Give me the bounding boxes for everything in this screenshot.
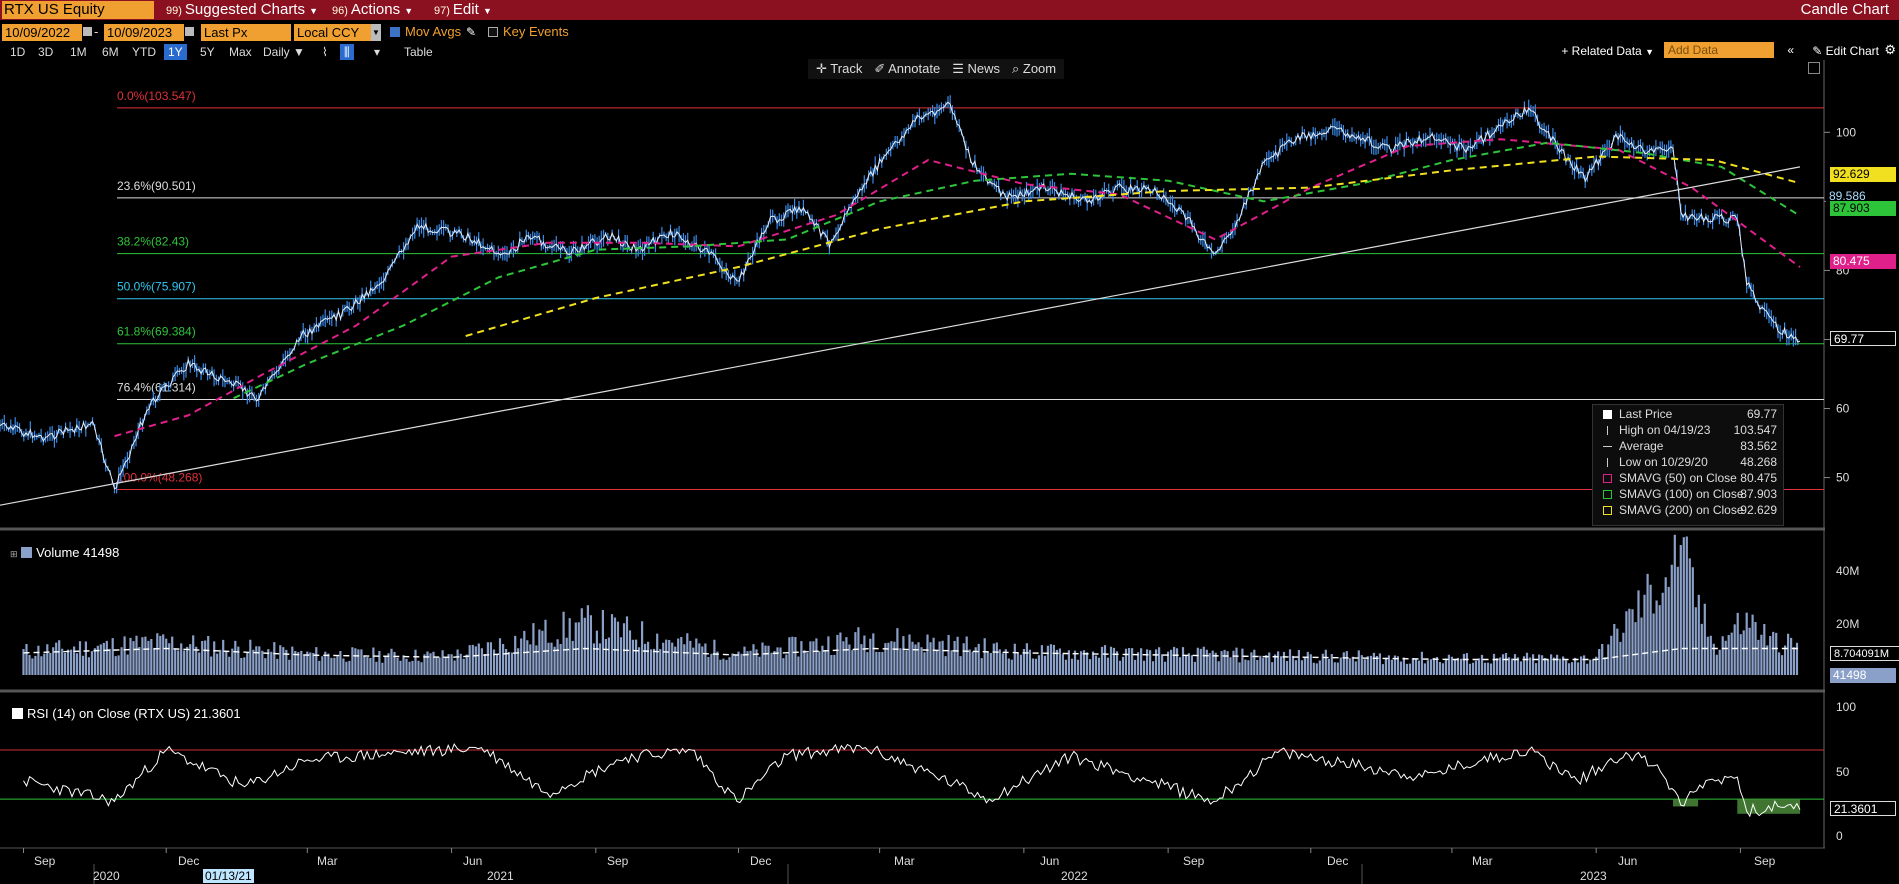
- legend-value: 48.268: [1740, 455, 1777, 469]
- x-month-label: Mar: [1472, 854, 1493, 868]
- price-line: [0, 101, 1801, 490]
- legend-row-sma50[interactable]: SMAVG (50) on Close 80.475: [1597, 471, 1783, 486]
- x-month-label: Sep: [34, 854, 56, 868]
- x-month-label: Dec: [178, 854, 200, 868]
- x-month-label: Dec: [1327, 854, 1349, 868]
- legend-swatch: [1603, 490, 1612, 499]
- volume-last-tag: 41498: [1830, 668, 1896, 683]
- x-month-label: Jun: [1040, 854, 1060, 868]
- x-year-label: 2021: [487, 869, 514, 883]
- x-year-label: 2023: [1580, 869, 1607, 883]
- x-month-label: Mar: [894, 854, 915, 868]
- fib-level-label: 50.0%(75.907): [117, 280, 196, 294]
- x-month-label: Jun: [463, 854, 483, 868]
- last-price-tag: 69.77: [1830, 331, 1896, 346]
- expand-icon[interactable]: ⊞: [10, 549, 18, 559]
- legend-row-low[interactable]: Low on 10/29/20 48.268: [1597, 455, 1783, 470]
- chart-legend: Last Price 69.77 High on 04/19/23 103.547 …: [1592, 404, 1784, 526]
- rsi-panel-label[interactable]: RSI (14) on Close (RTX US) 21.3601: [12, 706, 241, 722]
- volume-ytick: 20M: [1836, 617, 1860, 631]
- y-tick-label: 100: [1836, 125, 1856, 139]
- sma50-price-tag: 80.475: [1830, 254, 1896, 269]
- legend-swatch: [12, 708, 23, 719]
- legend-label: Low on 10/29/20: [1619, 455, 1708, 469]
- price-candle-wicks: [0, 95, 1799, 494]
- legend-value: 87.903: [1740, 487, 1777, 501]
- rsi-ytick: 0: [1836, 829, 1843, 843]
- legend-swatch: [21, 547, 33, 558]
- x-year-label: 2022: [1061, 869, 1088, 883]
- y-tick-label: 50: [1836, 471, 1850, 485]
- average-marker-icon: [1603, 446, 1612, 447]
- x-month-label: Dec: [750, 854, 772, 868]
- legend-label: Average: [1619, 439, 1664, 453]
- volume-label: Volume 41498: [36, 545, 120, 560]
- fib-level-label: 23.6%(90.501): [117, 179, 196, 193]
- legend-row-high[interactable]: High on 04/19/23 103.547: [1597, 423, 1783, 438]
- trend-line: [0, 166, 1801, 506]
- x-month-label: Jun: [1618, 854, 1638, 868]
- high-marker-icon: [1607, 426, 1608, 435]
- volume-panel-label[interactable]: ⊞ Volume 41498: [10, 545, 119, 562]
- legend-value: 80.475: [1740, 471, 1777, 485]
- fib-level-label: 100.0%(48.268): [117, 471, 202, 485]
- legend-label: SMAVG (50) on Close: [1619, 471, 1737, 485]
- fib-level-label: 0.0%(103.547): [117, 89, 196, 103]
- volume-ytick: 40M: [1836, 564, 1860, 578]
- legend-row-sma200[interactable]: SMAVG (200) on Close 92.629: [1597, 503, 1783, 518]
- x-month-label: Sep: [1183, 854, 1205, 868]
- volume-average-tag: 8.704091M: [1830, 646, 1899, 661]
- sma200-price-tag: 92.629: [1830, 167, 1896, 182]
- x-month-label: Sep: [1754, 854, 1776, 868]
- legend-row-last-price[interactable]: Last Price 69.77: [1597, 407, 1783, 422]
- fib-level-label: 76.4%(61.314): [117, 380, 196, 394]
- rsi-ytick: 100: [1836, 700, 1857, 714]
- legend-row-sma100[interactable]: SMAVG (100) on Close 87.903: [1597, 487, 1783, 502]
- legend-value: 92.629: [1740, 503, 1777, 517]
- fib-level-label: 61.8%(69.384): [117, 325, 196, 339]
- y-tick-label: 60: [1836, 402, 1850, 416]
- legend-row-average[interactable]: Average 83.562: [1597, 439, 1783, 454]
- x-year-label: 2020: [93, 869, 120, 883]
- sma100-price-tag: 87.903: [1830, 201, 1896, 216]
- rsi-value-tag: 21.3601: [1830, 801, 1896, 816]
- legend-label: SMAVG (100) on Close: [1619, 487, 1744, 501]
- low-marker-icon: [1607, 458, 1608, 467]
- legend-swatch: [1603, 474, 1612, 483]
- rsi-line: [23, 743, 1801, 818]
- rsi-ytick: 50: [1836, 765, 1850, 779]
- legend-swatch: [1603, 506, 1612, 515]
- legend-value: 103.547: [1733, 423, 1777, 437]
- legend-value: 69.77: [1746, 407, 1777, 421]
- legend-label: High on 04/19/23: [1619, 423, 1711, 437]
- crosshair-date-label: 01/13/21: [203, 869, 254, 883]
- rsi-label: RSI (14) on Close (RTX US) 21.3601: [27, 706, 241, 721]
- legend-label: SMAVG (200) on Close: [1619, 503, 1744, 517]
- sma100-line: [233, 141, 1801, 400]
- x-month-label: Sep: [607, 854, 629, 868]
- legend-swatch: [1603, 410, 1612, 419]
- legend-label: Last Price: [1619, 407, 1673, 421]
- x-month-label: Mar: [317, 854, 338, 868]
- legend-value: 83.562: [1740, 439, 1777, 453]
- sma50-line: [114, 138, 1801, 438]
- fib-level-label: 38.2%(82.43): [117, 235, 189, 249]
- volume-bars: [22, 534, 1799, 675]
